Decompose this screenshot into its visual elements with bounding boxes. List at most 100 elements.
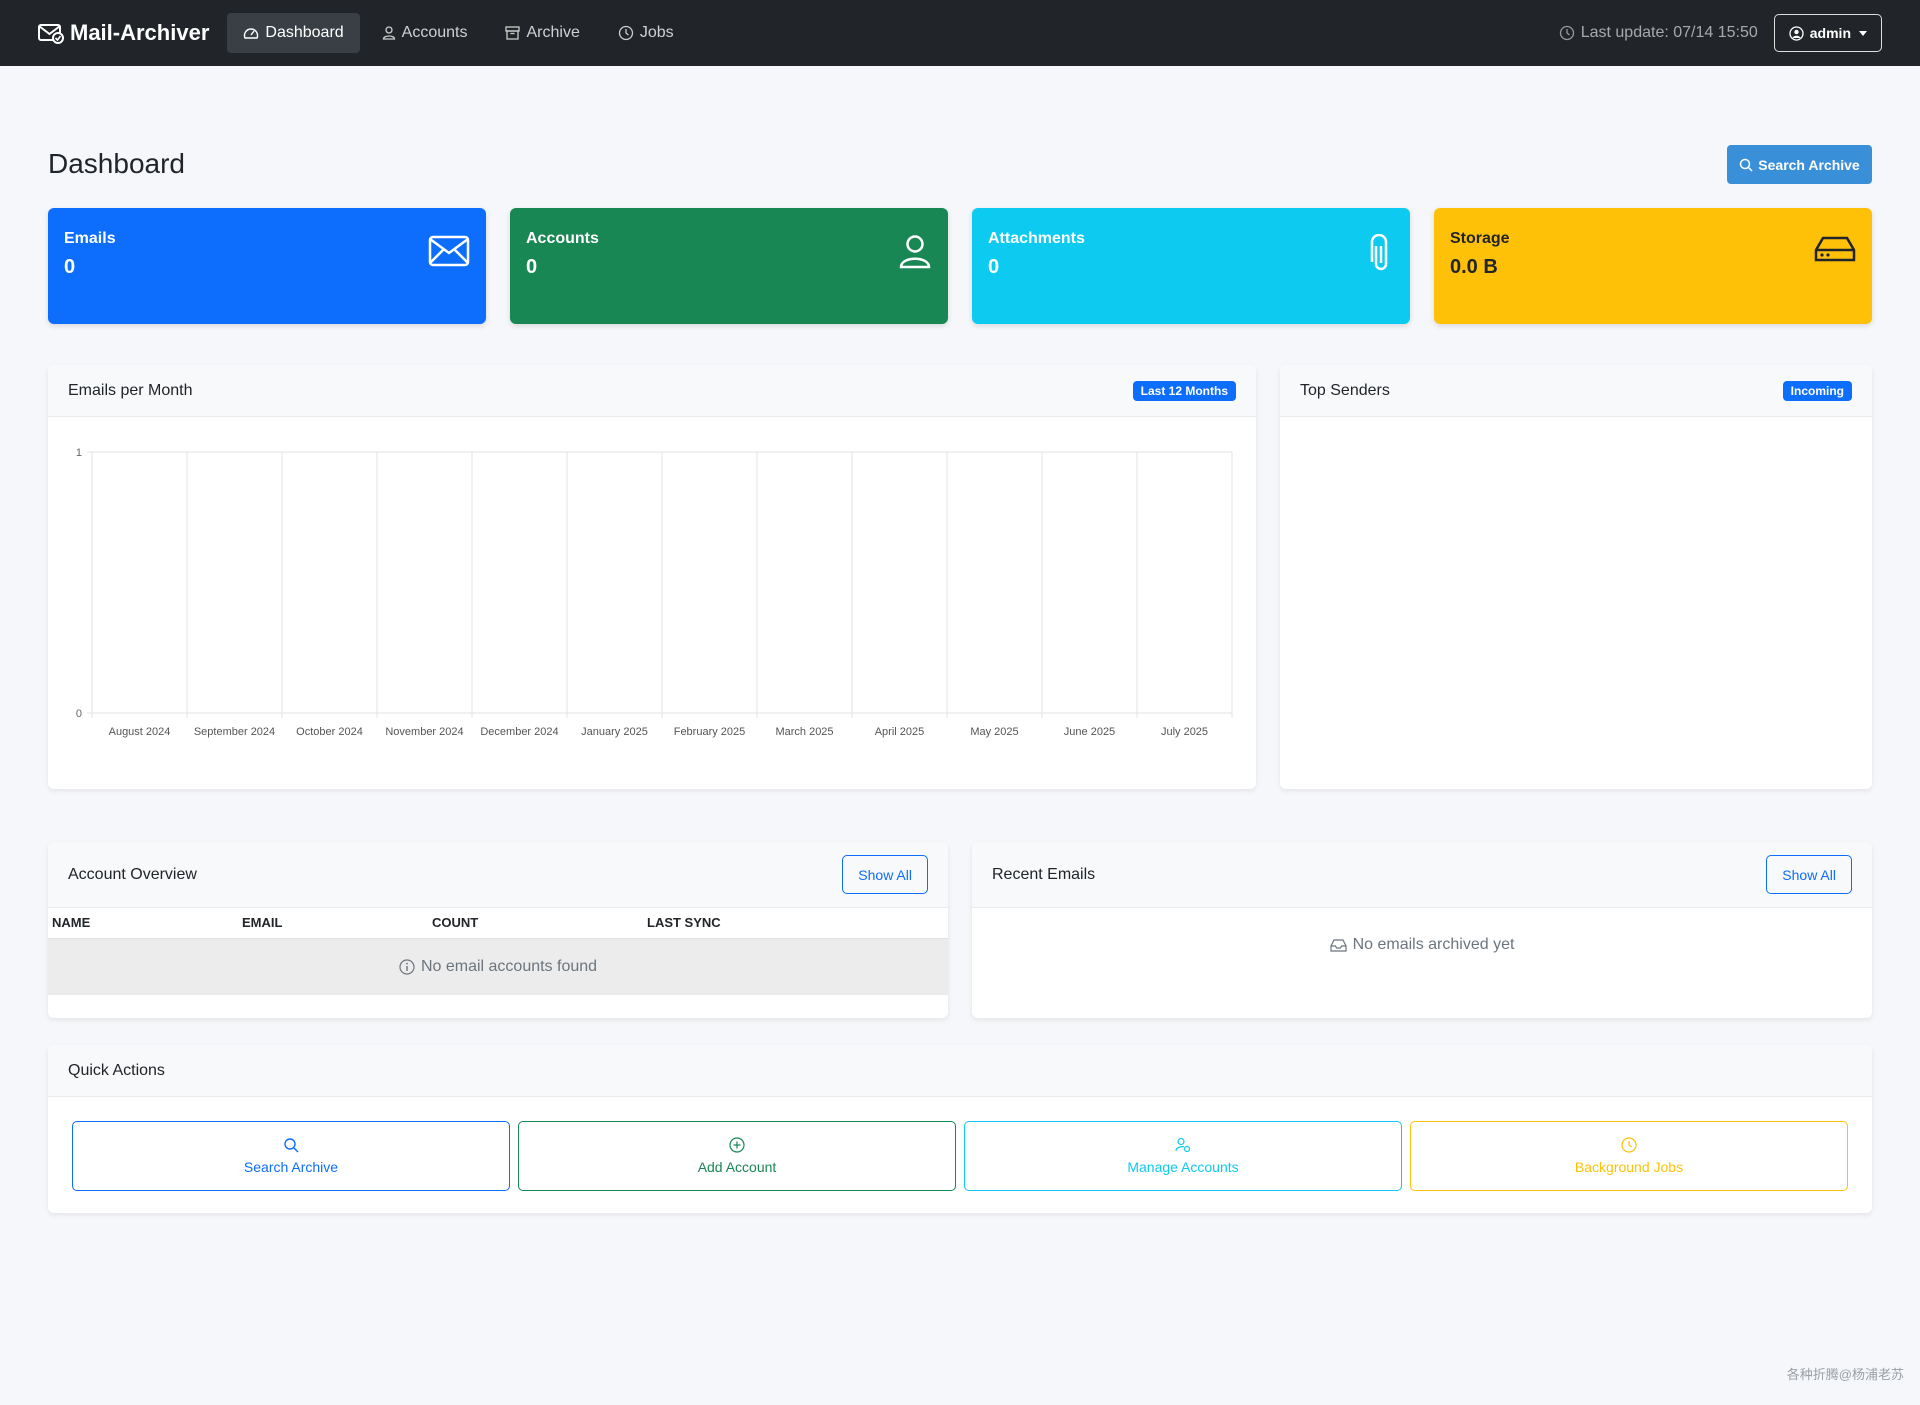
- x-tick-label: March 2025: [775, 726, 833, 738]
- empty-message: No email accounts found: [420, 957, 598, 975]
- user-name: admin: [1809, 25, 1851, 41]
- table-header-row: NAME EMAIL COUNT LAST SYNC: [48, 908, 948, 939]
- card-title: Quick Actions: [68, 1061, 165, 1079]
- recent-emails-card: Recent Emails Show All No emails archive…: [972, 842, 1872, 1018]
- x-tick-label: October 2024: [296, 726, 363, 738]
- x-tick-label: May 2025: [970, 726, 1018, 738]
- accounts-table: NAME EMAIL COUNT LAST SYNC: [48, 908, 948, 939]
- person-icon: [382, 26, 395, 40]
- quick-background-jobs-button[interactable]: Background Jobs: [1410, 1121, 1848, 1191]
- quick-action-label: Add Account: [697, 1159, 777, 1175]
- x-tick-label: January 2025: [581, 726, 648, 738]
- account-overview-card: Account Overview Show All NAME EMAIL COU…: [48, 842, 948, 1018]
- quick-search-archive-button[interactable]: Search Archive: [72, 1121, 510, 1191]
- x-tick-label: April 2025: [875, 726, 925, 738]
- quick-actions-row: Search Archive Add Account Manage Accoun…: [48, 1097, 1872, 1213]
- column-header-name[interactable]: NAME: [48, 908, 238, 939]
- paperclip-icon: [1370, 234, 1388, 271]
- quick-action-label: Manage Accounts: [1127, 1159, 1239, 1175]
- stat-value: 0: [64, 256, 76, 278]
- clock-icon: [1621, 1137, 1637, 1153]
- speedometer-icon: [244, 28, 259, 39]
- last-update-text: Last update: 07/14 15:50: [1580, 24, 1758, 41]
- nav-dashboard[interactable]: Dashboard: [227, 13, 360, 53]
- card-title: Top Senders: [1300, 381, 1390, 399]
- accounts-empty-state: No email accounts found: [48, 938, 948, 995]
- quick-add-account-button[interactable]: Add Account: [518, 1121, 956, 1191]
- show-all-emails-button[interactable]: Show All: [1766, 855, 1852, 894]
- chevron-down-icon: [1859, 30, 1867, 36]
- x-tick-label: June 2025: [1064, 726, 1115, 738]
- info-circle-icon: [399, 958, 415, 975]
- quick-action-label: Search Archive: [243, 1159, 339, 1175]
- card-header: Quick Actions: [48, 1045, 1872, 1097]
- show-all-accounts-button[interactable]: Show All: [842, 855, 928, 894]
- search-icon: [284, 1138, 299, 1153]
- last-update: Last update: 07/14 15:50: [1559, 24, 1758, 42]
- y-tick-label: 1: [76, 447, 82, 459]
- person-icon: [899, 235, 931, 269]
- x-tick-label: July 2025: [1161, 726, 1208, 738]
- search-archive-button[interactable]: Search Archive: [1727, 145, 1872, 184]
- brand-name: Mail-Archiver: [70, 20, 210, 45]
- user-menu-button[interactable]: admin: [1773, 14, 1882, 52]
- nav-jobs[interactable]: Jobs: [602, 13, 690, 53]
- stat-card-accounts: Accounts 0: [510, 208, 948, 324]
- x-tick-label: November 2024: [385, 726, 463, 738]
- top-senders-card: Top Senders Incoming: [1280, 365, 1872, 789]
- quick-action-label: Background Jobs: [1574, 1159, 1684, 1175]
- person-gear-icon: [1175, 1137, 1191, 1153]
- stat-label: Attachments: [988, 230, 1085, 247]
- emails-per-month-card: Emails per Month Last 12 Months 0 1 August…: [48, 365, 1256, 789]
- column-header-last-sync[interactable]: LAST SYNC: [643, 908, 948, 939]
- stat-card-storage: Storage 0.0 B: [1434, 208, 1872, 324]
- stat-card-attachments: Attachments 0: [972, 208, 1410, 324]
- card-title: Account Overview: [68, 865, 197, 883]
- nav-accounts[interactable]: Accounts: [366, 13, 484, 53]
- nav-archive-label: Archive: [526, 24, 580, 41]
- navbar-right: Last update: 07/14 15:50 admin: [1559, 14, 1882, 52]
- card-header: Recent Emails Show All: [972, 842, 1872, 908]
- card-header: Emails per Month Last 12 Months: [48, 365, 1256, 417]
- recent-emails-empty-state: No emails archived yet: [972, 908, 1872, 982]
- envelope-icon: [428, 235, 470, 267]
- search-icon: [1740, 158, 1753, 172]
- archive-icon: [505, 26, 521, 40]
- x-tick-label: February 2025: [674, 726, 746, 738]
- card-title: Emails per Month: [68, 381, 193, 399]
- quick-manage-accounts-button[interactable]: Manage Accounts: [964, 1121, 1402, 1191]
- stat-value: 0: [526, 256, 538, 278]
- card-title: Recent Emails: [992, 865, 1096, 883]
- x-tick-label: December 2024: [480, 726, 558, 738]
- stat-value: 0: [988, 256, 1000, 278]
- envelope-check-icon: [38, 24, 64, 44]
- stat-card-emails: Emails 0: [48, 208, 486, 324]
- card-header: Account Overview Show All: [48, 842, 948, 908]
- nav-accounts-label: Accounts: [401, 24, 468, 41]
- y-tick-label: 0: [76, 708, 82, 720]
- nav-archive[interactable]: Archive: [489, 13, 595, 53]
- stat-label: Emails: [64, 230, 116, 247]
- incoming-badge: Incoming: [1782, 380, 1852, 401]
- x-tick-label: September 2024: [194, 726, 275, 738]
- quick-actions-card: Quick Actions Search Archive Add Account…: [48, 1045, 1872, 1213]
- page-title: Dashboard: [48, 148, 185, 179]
- brand-link[interactable]: Mail-Archiver: [38, 20, 209, 46]
- chart-body: 0 1 August 2024 September 2024 October 2024 N…: [48, 417, 1256, 789]
- column-header-count[interactable]: COUNT: [428, 908, 643, 939]
- stat-label: Accounts: [526, 230, 599, 247]
- person-circle-icon: [1789, 25, 1804, 41]
- clock-icon: [618, 25, 633, 41]
- period-badge: Last 12 Months: [1132, 380, 1236, 401]
- inbox-icon: [1329, 938, 1347, 952]
- card-header: Top Senders Incoming: [1280, 365, 1872, 417]
- x-tick-label: August 2024: [109, 726, 171, 738]
- watermark: 各种折腾@杨浦老苏: [1786, 1367, 1904, 1382]
- empty-message: No emails archived yet: [1352, 936, 1515, 953]
- column-header-email[interactable]: EMAIL: [238, 908, 428, 939]
- clock-icon: [1559, 25, 1574, 41]
- plus-circle-icon: [729, 1137, 745, 1153]
- hdd-icon: [1814, 236, 1856, 262]
- stat-label: Storage: [1450, 230, 1510, 247]
- search-archive-label: Search Archive: [1758, 156, 1860, 173]
